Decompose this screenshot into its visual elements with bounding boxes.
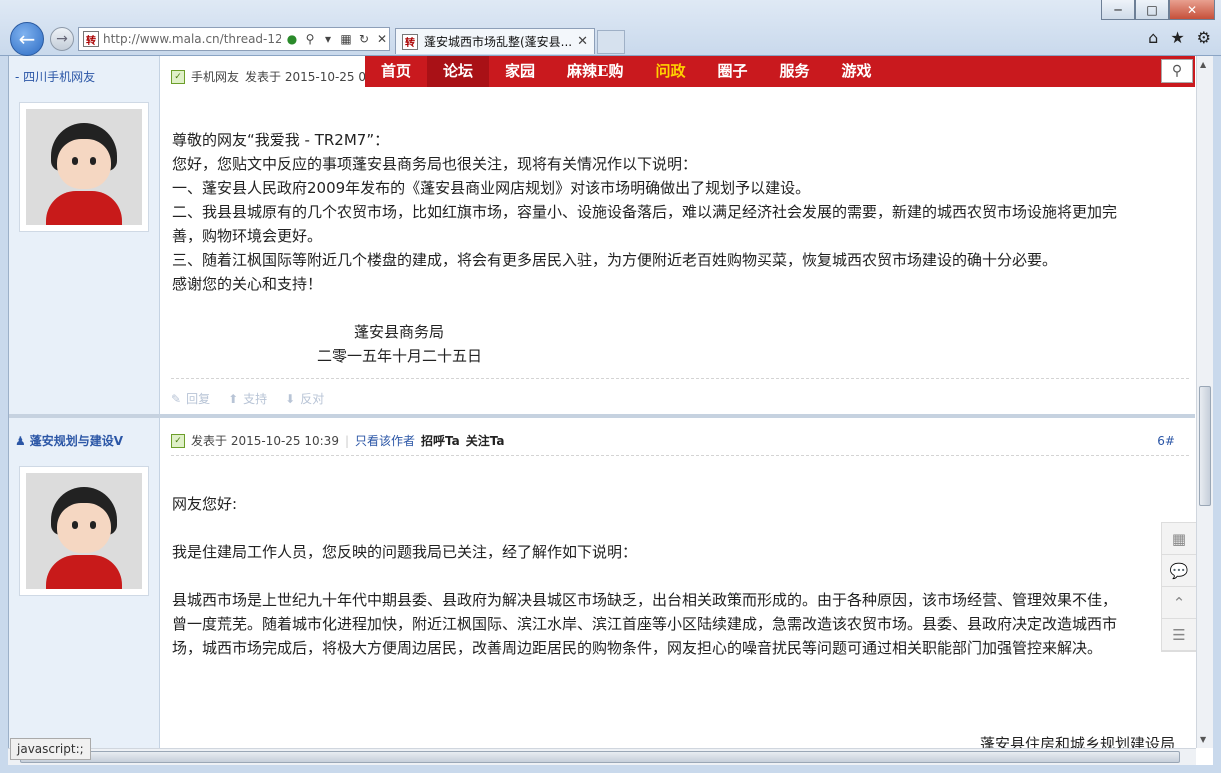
- search-icon: ⚲: [1171, 63, 1183, 79]
- nav-politics[interactable]: 问政: [639, 56, 701, 87]
- nav-games[interactable]: 游戏: [826, 56, 888, 87]
- reply-button[interactable]: ✎ 回复: [171, 390, 210, 407]
- home-icon[interactable]: ⌂: [1148, 28, 1158, 47]
- back-arrow-icon: ←: [18, 27, 36, 51]
- nav-service[interactable]: 服务: [764, 56, 826, 87]
- post2-line: 曾一度荒芜。随着城市化进程加快，附近江枫国际、滨江水岸、滨江首座等小区陆续建成，…: [172, 615, 1118, 633]
- nav-circle[interactable]: 圈子: [702, 56, 764, 87]
- nav-search-button[interactable]: ⚲: [1161, 59, 1193, 83]
- site-favicon-icon: 转: [83, 31, 99, 47]
- post-separator: [9, 414, 1195, 418]
- post1-signature: 蓬安县商务局: [354, 323, 445, 341]
- scroll-down-icon[interactable]: ▼: [1200, 735, 1206, 744]
- follow-link[interactable]: 关注Ta: [466, 432, 505, 449]
- horizontal-scroll-thumb[interactable]: [20, 751, 1180, 763]
- post1-avatar[interactable]: [19, 102, 149, 232]
- thumb-up-icon: ⬆: [228, 391, 239, 406]
- back-to-top-icon[interactable]: ⌃: [1162, 587, 1196, 619]
- horizontal-scrollbar[interactable]: [8, 748, 1196, 765]
- oppose-button[interactable]: ⬇ 反对: [285, 390, 324, 407]
- browser-tools: ⌂ ★ ⚙: [1148, 28, 1211, 47]
- address-bar[interactable]: 转 http://www.mala.cn/thread-127 ● ⚲ ▾ ▦ …: [78, 27, 390, 51]
- post-icon: ✓: [171, 433, 185, 448]
- page-viewport: - 四川手机网友 ✓ 手机网友 发表于 2015-10-25 08:4 首页 论…: [8, 56, 1195, 748]
- mobile-post-icon: ✓: [171, 69, 185, 84]
- greet-link[interactable]: 招呼Ta: [421, 432, 460, 449]
- new-tab-button[interactable]: [597, 30, 625, 54]
- only-author-link[interactable]: 只看该作者: [355, 432, 415, 449]
- post2-line: 网友您好:: [172, 495, 238, 513]
- scroll-up-icon[interactable]: ▲: [1200, 60, 1206, 69]
- floating-side-buttons: ▦ 💬 ⌃ ☰: [1161, 522, 1197, 652]
- comment-icon[interactable]: 💬: [1162, 555, 1196, 587]
- post1-line: 三、随着江枫国际等附近几个楼盘的建成，将会有更多居民入驻，为方便附近老百姓购物买…: [172, 251, 1058, 269]
- post2-username-text: 蓬安规划与建设V: [29, 434, 124, 448]
- window-controls: ─ □ ✕: [1101, 0, 1215, 20]
- stop-icon[interactable]: ✕: [375, 32, 389, 46]
- divider: [171, 455, 1189, 456]
- window-left-frame: [0, 56, 8, 773]
- refresh-icon[interactable]: ↻: [357, 32, 371, 46]
- browser-chrome: ─ □ ✕ ← → 转 http://www.mala.cn/thread-12…: [0, 0, 1221, 56]
- post2-meta: ✓ 发表于 2015-10-25 10:39 | 只看该作者 招呼Ta 关注Ta: [171, 432, 505, 449]
- status-tooltip: javascript:;: [10, 738, 91, 760]
- tab-favicon-icon: 转: [402, 33, 418, 50]
- back-button[interactable]: ←: [10, 22, 44, 56]
- floor-number[interactable]: 6#: [1157, 434, 1175, 448]
- post1-body: 尊敬的网友“我爱我 - TR2M7”： 您好，您贴文中反应的事项蓬安县商务局也很…: [172, 128, 1182, 368]
- url-text[interactable]: http://www.mala.cn/thread-127: [103, 32, 281, 46]
- post2-username[interactable]: ♟ 蓬安规划与建设V: [15, 432, 123, 449]
- compat-view-icon[interactable]: ▦: [339, 32, 353, 46]
- post2-meta-time: 发表于 2015-10-25 10:39: [191, 434, 339, 448]
- site-nav-bar: 首页 论坛 家园 麻辣E购 问政 圈子 服务 游戏 ⚲: [365, 56, 1195, 87]
- divider: [171, 378, 1189, 379]
- qrcode-icon[interactable]: ▦: [1162, 523, 1196, 555]
- post1-username[interactable]: - 四川手机网友: [15, 68, 95, 85]
- tab-title: 蓬安城西市场乱整(蓬安县...: [424, 35, 572, 49]
- post2-signature: 蓬安县住房和城乡规划建设局: [980, 735, 1176, 748]
- post1-meta-user: 手机网友: [191, 70, 240, 84]
- post1-actions: ✎ 回复 ⬆ 支持 ⬇ 反对: [171, 390, 324, 407]
- verified-user-icon: ♟: [15, 433, 26, 448]
- favorites-star-icon[interactable]: ★: [1170, 28, 1184, 47]
- browser-tab[interactable]: 转 蓬安城西市场乱整(蓬安县... ✕: [395, 28, 595, 54]
- dropdown-icon[interactable]: ▾: [321, 32, 335, 46]
- nav-homeland[interactable]: 家园: [489, 56, 551, 87]
- post1-date: 二零一五年十月二十五日: [317, 347, 483, 365]
- forward-button[interactable]: →: [50, 27, 74, 51]
- nav-home[interactable]: 首页: [365, 56, 427, 87]
- minimize-button[interactable]: ─: [1101, 0, 1135, 20]
- post1-meta: ✓ 手机网友 发表于 2015-10-25 08:4: [171, 68, 385, 85]
- post1-line: 善，购物环境会更好。: [172, 227, 323, 245]
- avatar-image: [26, 109, 142, 225]
- list-icon[interactable]: ☰: [1162, 619, 1196, 651]
- post2-body: 网友您好: 我是住建局工作人员，您反映的问题我局已关注，经了解作如下说明： 县城…: [172, 492, 1182, 660]
- close-window-button[interactable]: ✕: [1169, 0, 1215, 20]
- post2-avatar[interactable]: [19, 466, 149, 596]
- nav-eshop[interactable]: 麻辣E购: [551, 56, 639, 87]
- window-bottom-frame: [0, 765, 1221, 773]
- tab-close-icon[interactable]: ✕: [577, 34, 588, 49]
- maximize-button[interactable]: □: [1135, 0, 1169, 20]
- post2-line: 场，城西市场完成后，将极大方便周边居民，改善周边距居民的购物条件，网友担心的噪音…: [172, 639, 1103, 657]
- post2-line: 县城西市场是上世纪九十年代中期县委、县政府为解决县城区市场缺乏，出台相关政策而形…: [172, 591, 1118, 609]
- reply-icon: ✎: [171, 391, 182, 406]
- support-button[interactable]: ⬆ 支持: [228, 390, 267, 407]
- post1-line: 尊敬的网友“我爱我 - TR2M7”：: [172, 131, 390, 149]
- post2-line: 我是住建局工作人员，您反映的问题我局已关注，经了解作如下说明：: [172, 543, 638, 561]
- window-right-frame: [1213, 56, 1221, 773]
- vertical-scrollbar[interactable]: ▲ ▼: [1196, 56, 1213, 748]
- compatibility-icon[interactable]: ●: [285, 32, 299, 46]
- vertical-scroll-thumb[interactable]: [1199, 386, 1211, 506]
- search-icon[interactable]: ⚲: [303, 32, 317, 46]
- post1-line: 您好，您贴文中反应的事项蓬安县商务局也很关注，现将有关情况作以下说明：: [172, 155, 698, 173]
- forward-arrow-icon: →: [56, 31, 68, 47]
- post1-line: 一、蓬安县人民政府2009年发布的《蓬安县商业网店规划》对该市场明确做出了规划予…: [172, 179, 811, 197]
- post1-line: 感谢您的关心和支持！: [172, 275, 323, 293]
- nav-forum[interactable]: 论坛: [427, 56, 490, 87]
- avatar-image: [26, 473, 142, 589]
- settings-gear-icon[interactable]: ⚙: [1197, 28, 1211, 47]
- thumb-down-icon: ⬇: [285, 391, 296, 406]
- post1-line: 二、我县县城原有的几个农贸市场，比如红旗市场，容量小、设施设备落后，难以满足经济…: [172, 203, 1118, 221]
